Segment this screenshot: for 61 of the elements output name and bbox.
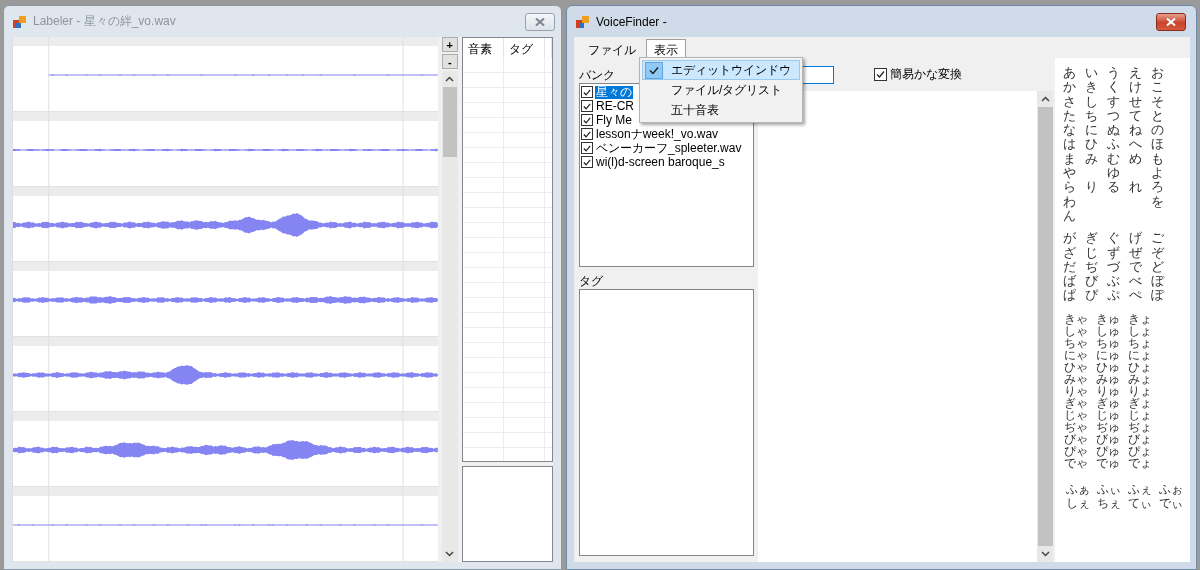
kana-cell-text: しぇ: [1066, 496, 1091, 511]
app-icon: [13, 14, 27, 29]
kana-column: えけせてねへめ: [1129, 66, 1142, 167]
kana-column: あかさたなはまやらわん: [1063, 66, 1076, 224]
menu-item[interactable]: 五十音表: [642, 100, 800, 120]
kana-column: おこそとのほもよろを: [1151, 66, 1164, 209]
file-name[interactable]: RE-CR: [595, 99, 635, 113]
kana-cell-text: ふぉ: [1159, 482, 1184, 497]
column-header[interactable]: 音素: [462, 38, 504, 58]
column-header[interactable]: タグ: [503, 38, 545, 58]
scroll-up-icon[interactable]: [1040, 96, 1050, 102]
file-name[interactable]: lessonナweek!_vo.wav: [595, 127, 720, 141]
checkbox-label: 簡易かな変換: [890, 66, 962, 83]
kana-column: ごぞどぼぽ: [1151, 231, 1164, 303]
kana-cell-text: でぃ: [1159, 496, 1184, 511]
app-icon: [576, 14, 590, 29]
file-name[interactable]: ベンーカーフ_spleeter.wav: [595, 141, 743, 155]
close-icon: [1166, 17, 1176, 26]
scroll-thumb[interactable]: [442, 87, 457, 157]
close-icon: [535, 17, 545, 26]
kana-column: うくすつぬふむゆる: [1107, 66, 1120, 195]
kana-column: ぎじぢびぴ: [1085, 231, 1098, 303]
kana-column: いきしちにひみ: [1085, 66, 1098, 167]
menu-item[interactable]: エディットウインドウ: [642, 60, 800, 80]
scrollbar[interactable]: [441, 71, 458, 562]
menu-item[interactable]: ファイル: [580, 39, 644, 58]
kana-cell-text: ふぃ: [1097, 482, 1122, 497]
checkbox[interactable]: [874, 68, 887, 81]
window-title: VoiceFinder -: [596, 14, 668, 29]
menu-item[interactable]: ファイル/タグリスト: [642, 80, 800, 100]
kana-cell-text: てぃ: [1128, 496, 1153, 511]
close-button[interactable]: [1156, 12, 1186, 31]
kana-column: れ: [1129, 180, 1142, 195]
kana-cell-text: ふぇ: [1128, 482, 1153, 497]
tag-label: タグ: [579, 273, 603, 288]
window-title: Labeler - 星々の絆_vo.wav: [33, 13, 177, 30]
zoom-in-button[interactable]: +: [441, 37, 458, 52]
file-name[interactable]: wi(l)d-screen baroque_s: [595, 155, 726, 169]
checkbox[interactable]: [581, 156, 593, 168]
file-name[interactable]: Fly Me: [595, 113, 633, 127]
kana-cell-text: ふぁ: [1066, 482, 1091, 497]
checkbox[interactable]: [581, 114, 593, 126]
kana-column: り: [1085, 180, 1098, 195]
kana-column: げぜでべぺ: [1129, 231, 1142, 303]
checkbox[interactable]: [581, 100, 593, 112]
kana-column: ぐずづぶぷ: [1107, 231, 1120, 303]
kana-column: きょしょちょにょひょみょりょぎょじょぢょびょぴょでょ: [1128, 312, 1152, 469]
checkbox[interactable]: [581, 128, 593, 140]
scroll-down-icon[interactable]: [1040, 551, 1050, 557]
kana-column: きゅしゅちゅにゅひゅみゅりゅぎゅじゅぢゅびゅぴゅでゅ: [1096, 312, 1120, 469]
file-name[interactable]: 星々の: [595, 85, 633, 99]
scroll-down-icon[interactable]: [445, 551, 455, 557]
kana-column: きゃしゃちゃにゃひゃみゃりゃぎゃじゃぢゃびゃぴゃでゃ: [1064, 312, 1088, 469]
kana-column: がざだばぱ: [1063, 231, 1076, 303]
kana-cell-text: ちぇ: [1097, 496, 1122, 511]
scroll-up-icon[interactable]: [445, 76, 455, 82]
checkbox[interactable]: [581, 86, 593, 98]
bank-label: バンク: [579, 67, 615, 82]
checkbox[interactable]: [581, 142, 593, 154]
check-icon: [649, 65, 659, 75]
zoom-out-button[interactable]: -: [441, 54, 458, 69]
